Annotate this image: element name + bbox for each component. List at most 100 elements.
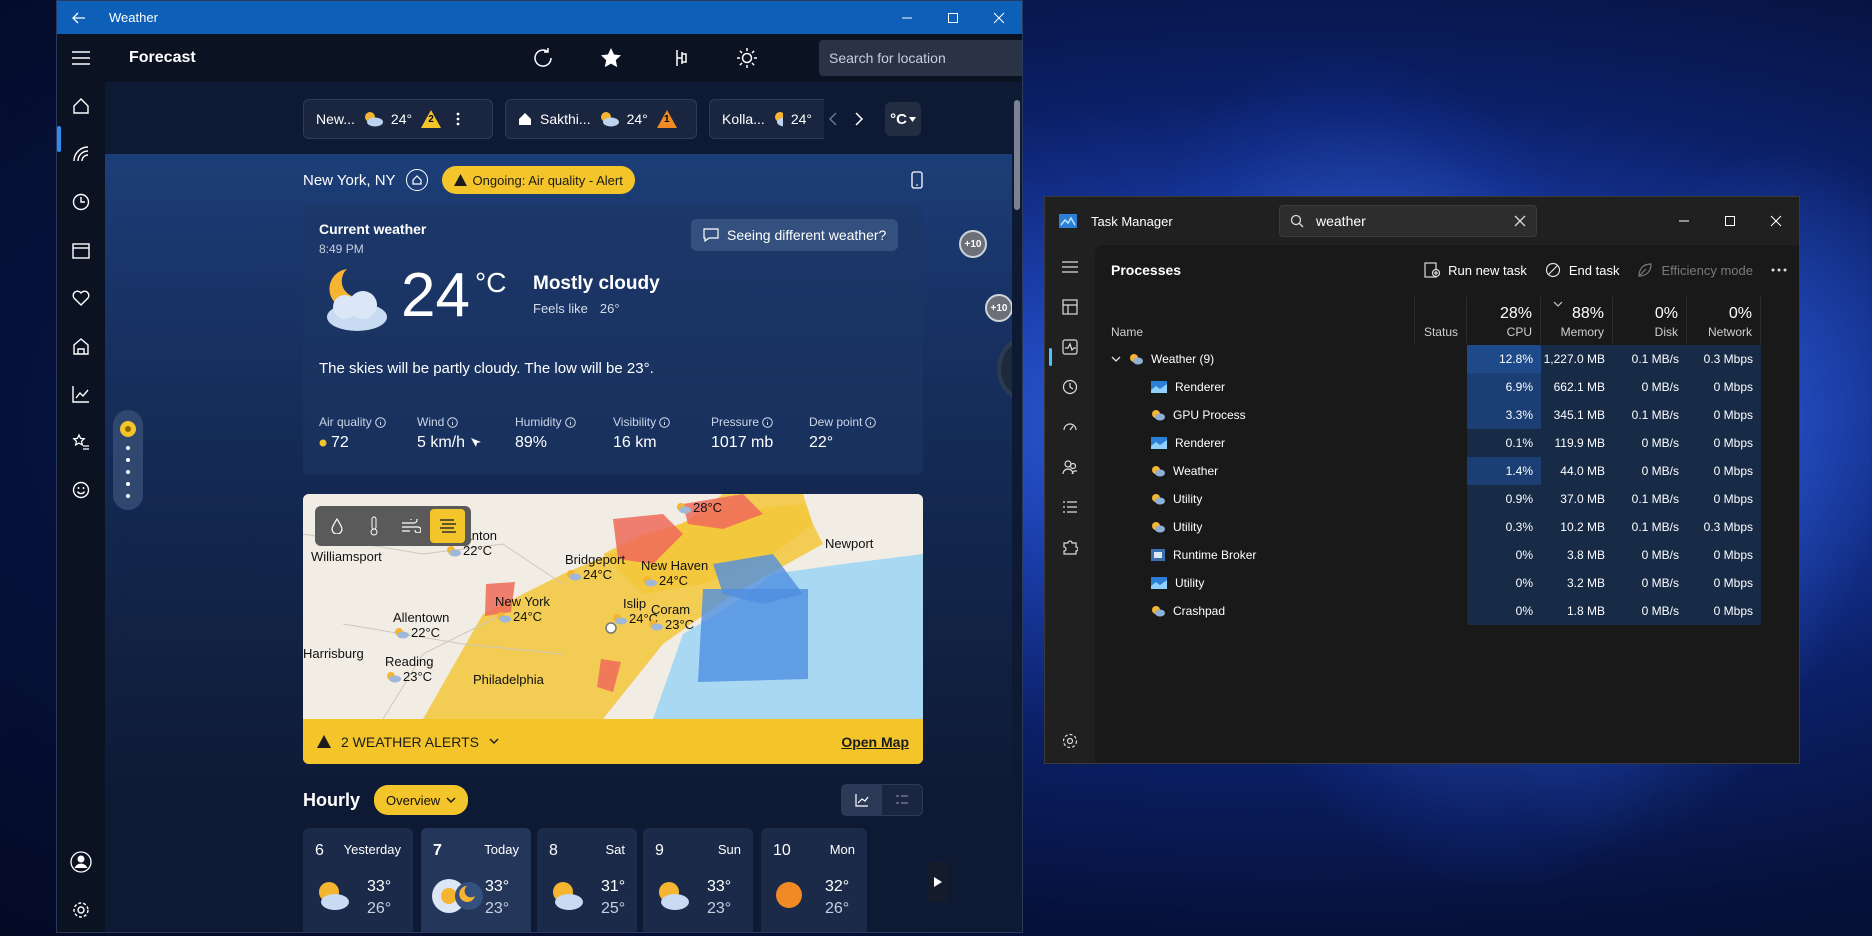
nav-forecast[interactable] (57, 86, 105, 126)
tm-nav-users[interactable] (1045, 447, 1095, 487)
seeing-different-button[interactable]: Seeing different weather? (691, 219, 899, 251)
run-new-task-button[interactable]: Run new task (1424, 262, 1527, 278)
location-chip-new-york[interactable]: New... 24° 2 (303, 99, 493, 139)
map-city-label[interactable]: Newport (825, 536, 873, 551)
tm-menu-button[interactable] (1045, 247, 1095, 287)
process-row[interactable]: Utility 0.9% 37.0 MB 0.1 MB/s 0 Mbps (1095, 485, 1799, 513)
metric-0[interactable]: Air quality 72 (319, 415, 417, 452)
back-button[interactable] (57, 1, 101, 34)
nav-maps[interactable] (57, 134, 105, 174)
day-card[interactable]: 7 Today 33° 23° (421, 828, 531, 932)
nav-health[interactable] (57, 278, 105, 318)
col-memory[interactable]: 88% Memory (1541, 297, 1613, 343)
metric-1[interactable]: Wind 5 km/h (417, 415, 515, 452)
col-cpu[interactable]: 28% CPU (1467, 297, 1541, 343)
open-map-link[interactable]: Open Map (841, 734, 909, 750)
process-row[interactable]: Weather (9) 12.8% 1,227.0 MB 0.1 MB/s 0.3 Mb… (1095, 345, 1799, 373)
col-name[interactable]: Name (1095, 297, 1415, 343)
overview-dropdown[interactable]: Overview (374, 785, 469, 815)
nav-feedback[interactable] (57, 470, 105, 510)
tm-settings-button[interactable] (1045, 721, 1095, 761)
tm-nav-startup[interactable] (1045, 407, 1095, 447)
chips-next-button[interactable] (847, 99, 871, 139)
unit-toggle[interactable]: °C (885, 102, 921, 136)
process-row[interactable]: Runtime Broker 0% 3.8 MB 0 MB/s 0 Mbps (1095, 541, 1799, 569)
process-row[interactable]: Crashpad 0% 1.8 MB 0 MB/s 0 Mbps (1095, 597, 1799, 625)
nav-hourly[interactable] (57, 182, 105, 222)
map-city-label[interactable]: Allentown 22°C (393, 610, 449, 640)
info-icon[interactable] (564, 416, 576, 428)
favorite-button[interactable] (577, 34, 645, 82)
info-icon[interactable] (762, 416, 773, 428)
nav-life[interactable] (57, 326, 105, 366)
day-card[interactable]: 6 Yesterday 33° 26° (303, 828, 413, 932)
info-icon[interactable] (447, 416, 459, 428)
temp-layer-button[interactable] (356, 509, 391, 543)
process-row[interactable]: Renderer 0.1% 119.9 MB 0 MB/s 0 Mbps (1095, 429, 1799, 457)
nav-trends[interactable] (57, 374, 105, 414)
account-button[interactable] (57, 842, 105, 882)
device-button[interactable] (907, 168, 927, 192)
pin-button[interactable] (645, 34, 713, 82)
metric-5[interactable]: Dew point 22° (809, 415, 907, 452)
tm-nav-details[interactable] (1045, 487, 1095, 527)
map-city-label[interactable]: New Haven 24°C (641, 558, 708, 588)
process-row[interactable]: GPU Process 3.3% 345.1 MB 0.1 MB/s 0 Mbps (1095, 401, 1799, 429)
tm-nav-app-history[interactable] (1045, 367, 1095, 407)
nav-monthly[interactable] (57, 230, 105, 270)
tm-nav-performance[interactable] (1045, 327, 1095, 367)
tm-close-button[interactable] (1753, 197, 1799, 245)
more-vertical-icon[interactable] (450, 111, 466, 127)
tm-maximize-button[interactable] (1707, 197, 1753, 245)
badge-plus10[interactable]: +10 (985, 294, 1013, 322)
day-card[interactable]: 10 Mon 32° 26° (761, 828, 867, 932)
metric-2[interactable]: Humidity 89% (515, 415, 613, 452)
process-row[interactable]: Weather 1.4% 44.0 MB 0 MB/s 0 Mbps (1095, 457, 1799, 485)
col-network[interactable]: 0% Network (1687, 297, 1761, 343)
map-city-label[interactable]: Philadelphia (473, 672, 544, 687)
air-quality-layer-button[interactable] (430, 509, 465, 543)
map-city-label[interactable]: Reading 23°C (385, 654, 433, 684)
close-button[interactable] (976, 1, 1022, 34)
process-row[interactable]: Utility 0% 3.2 MB 0 MB/s 0 Mbps (1095, 569, 1799, 597)
chart-view-button[interactable] (842, 785, 882, 815)
process-row[interactable]: Renderer 6.9% 662.1 MB 0 MB/s 0 Mbps (1095, 373, 1799, 401)
location-chip-kolla[interactable]: Kolla... 24° (709, 99, 824, 139)
end-task-button[interactable]: End task (1545, 262, 1619, 278)
location-chip-sakthi[interactable]: Sakthi... 24° 1 (505, 99, 697, 139)
day-card[interactable]: 9 Sun 33° 23° (643, 828, 753, 932)
weather-map-card[interactable]: Scranton 22°C Williamsport Bridgeport 24°C Ne… (303, 494, 923, 764)
info-icon[interactable] (865, 416, 877, 428)
settings-button[interactable] (57, 890, 105, 930)
weather-scrollbar[interactable] (1012, 82, 1022, 932)
weather-alerts-bar[interactable]: 2 WEATHER ALERTS Open Map (303, 719, 923, 764)
precip-layer-button[interactable] (319, 509, 354, 543)
chevron-down-icon[interactable] (1111, 356, 1121, 363)
tm-nav-services[interactable] (1045, 527, 1095, 567)
tm-minimize-button[interactable] (1661, 197, 1707, 245)
minimize-button[interactable] (884, 1, 930, 34)
scroll-thumb[interactable] (1014, 100, 1020, 210)
clear-search-icon[interactable] (1514, 215, 1526, 227)
info-icon[interactable] (659, 416, 670, 428)
metric-4[interactable]: Pressure 1017 mb (711, 415, 809, 452)
location-search-input[interactable]: Search for location (819, 40, 1022, 76)
wind-layer-button[interactable] (393, 509, 428, 543)
days-next-button[interactable] (927, 862, 949, 902)
map-city-label[interactable]: New York 24°C (495, 594, 550, 624)
map-city-label[interactable]: Coram 23°C (647, 602, 694, 632)
side-rail-pill[interactable] (113, 410, 143, 510)
maximize-button[interactable] (930, 1, 976, 34)
map-city-label[interactable]: 28°C (675, 500, 722, 515)
info-icon[interactable] (374, 416, 386, 428)
tm-search-input[interactable]: weather (1279, 205, 1537, 237)
list-view-button[interactable] (882, 785, 922, 815)
air-quality-alert-pill[interactable]: Ongoing: Air quality - Alert (441, 166, 635, 194)
chips-prev-button[interactable] (821, 99, 845, 139)
theme-button[interactable] (713, 34, 781, 82)
map-city-label[interactable]: Williamsport (311, 549, 382, 564)
refresh-button[interactable] (509, 34, 577, 82)
more-options-button[interactable] (1771, 268, 1787, 272)
col-status[interactable]: Status (1415, 297, 1467, 343)
col-disk[interactable]: 0% Disk (1613, 297, 1687, 343)
